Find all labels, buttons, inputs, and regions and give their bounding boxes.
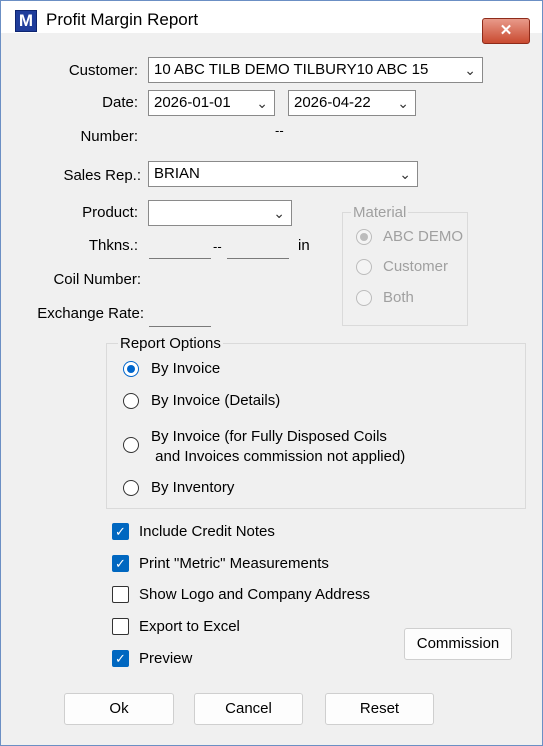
date-label: Date: xyxy=(102,94,138,111)
exchange-rate-field[interactable] xyxy=(149,325,211,327)
export-excel-checkbox[interactable] xyxy=(112,618,129,635)
material-both-label: Both xyxy=(383,289,414,306)
by-inventory-label: By Inventory xyxy=(151,479,235,496)
preview-checkbox[interactable]: ✓ xyxy=(112,650,129,667)
report-options-title: Report Options xyxy=(118,335,223,352)
chevron-down-icon: ⌄ xyxy=(256,95,268,111)
sales-rep-select[interactable]: BRIAN ⌄ xyxy=(148,161,418,187)
by-invoice-fully-disposed-radio[interactable] xyxy=(123,437,139,453)
date-from-picker[interactable]: 2026-01-01 ⌄ xyxy=(148,90,275,116)
material-abc-demo-radio[interactable] xyxy=(356,229,372,245)
thickness-to-field[interactable] xyxy=(227,257,289,259)
by-inventory-radio[interactable] xyxy=(123,480,139,496)
chevron-down-icon: ⌄ xyxy=(464,62,476,78)
cancel-button[interactable]: Cancel xyxy=(194,693,303,725)
sales-rep-label: Sales Rep.: xyxy=(63,167,141,184)
title-bar: M Profit Margin Report xyxy=(1,1,542,33)
window-title: Profit Margin Report xyxy=(46,10,199,29)
thickness-unit: in xyxy=(298,237,310,254)
exchange-rate-label: Exchange Rate: xyxy=(37,305,144,322)
product-label: Product: xyxy=(82,204,138,221)
material-both-radio[interactable] xyxy=(356,290,372,306)
material-customer-radio[interactable] xyxy=(356,259,372,275)
date-from-value: 2026-01-01 xyxy=(154,94,231,111)
thickness-from-field[interactable] xyxy=(149,257,211,259)
by-invoice-fully-disposed-line2: and Invoices commission not applied) xyxy=(151,448,406,465)
by-invoice-fully-disposed-line1: By Invoice (for Fully Disposed Coils xyxy=(151,428,387,445)
by-invoice-radio[interactable] xyxy=(123,361,139,377)
number-separator: -- xyxy=(275,123,284,138)
material-abc-demo-label: ABC DEMO xyxy=(383,228,464,245)
customer-value: 10 ABC TILB DEMO TILBURY10 ABC 15 xyxy=(154,61,429,78)
print-metric-label: Print "Metric" Measurements xyxy=(139,555,329,572)
chevron-down-icon: ⌄ xyxy=(273,205,285,221)
include-credit-notes-checkbox[interactable]: ✓ xyxy=(112,523,129,540)
preview-label: Preview xyxy=(139,650,193,667)
by-invoice-label: By Invoice xyxy=(151,360,221,377)
commission-button[interactable]: Commission xyxy=(404,628,512,660)
app-logo-icon: M xyxy=(15,10,37,32)
show-logo-checkbox[interactable] xyxy=(112,586,129,603)
chevron-down-icon: ⌄ xyxy=(397,95,409,111)
thickness-separator: -- xyxy=(213,239,222,254)
chevron-down-icon: ⌄ xyxy=(399,166,411,182)
date-to-picker[interactable]: 2026-04-22 ⌄ xyxy=(288,90,416,116)
customer-select[interactable]: 10 ABC TILB DEMO TILBURY10 ABC 15 ⌄ xyxy=(148,57,483,83)
include-credit-notes-label: Include Credit Notes xyxy=(139,523,275,540)
print-metric-checkbox[interactable]: ✓ xyxy=(112,555,129,572)
reset-button[interactable]: Reset xyxy=(325,693,434,725)
show-logo-label: Show Logo and Company Address xyxy=(139,586,370,603)
export-excel-label: Export to Excel xyxy=(139,618,240,635)
material-customer-label: Customer xyxy=(383,258,449,275)
thickness-label: Thkns.: xyxy=(88,237,138,254)
profit-margin-report-dialog: M Profit Margin Report ✕ Customer: 10 AB… xyxy=(0,0,543,746)
date-to-value: 2026-04-22 xyxy=(294,94,371,111)
number-label: Number: xyxy=(80,128,138,145)
sales-rep-value: BRIAN xyxy=(154,165,200,182)
by-invoice-details-radio[interactable] xyxy=(123,393,139,409)
product-select[interactable]: ⌄ xyxy=(148,200,292,226)
close-button[interactable]: ✕ xyxy=(482,18,530,44)
ok-button[interactable]: Ok xyxy=(64,693,174,725)
material-group-title: Material xyxy=(351,204,409,221)
coil-number-label: Coil Number: xyxy=(53,271,141,288)
customer-label: Customer: xyxy=(68,62,138,79)
by-invoice-details-label: By Invoice (Details) xyxy=(151,392,281,409)
